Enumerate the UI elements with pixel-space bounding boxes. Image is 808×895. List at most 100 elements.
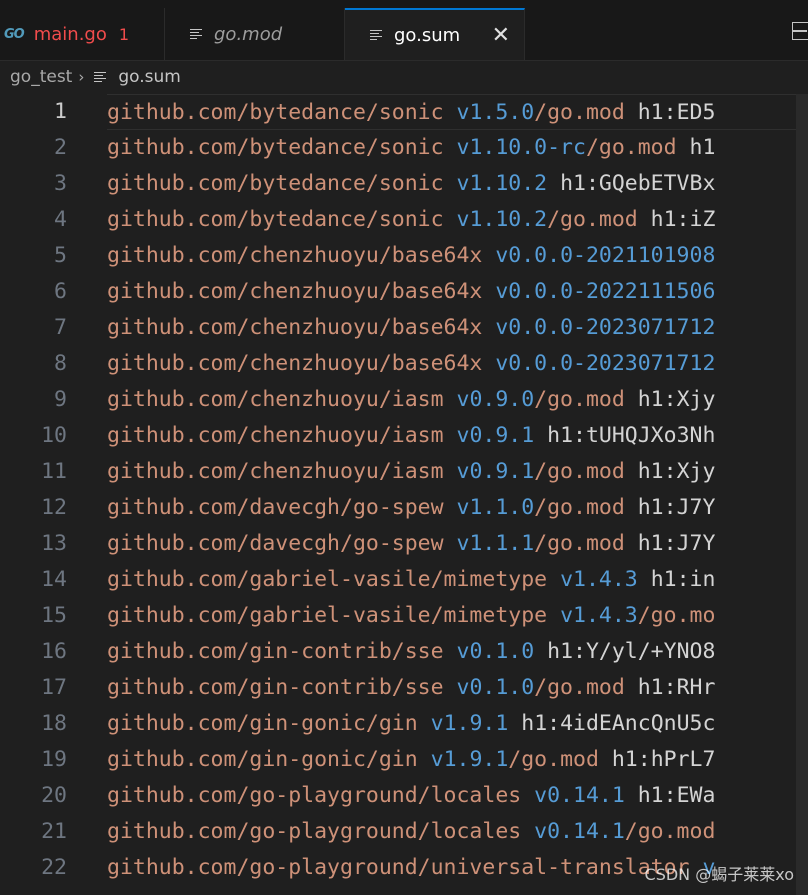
- tab-go-mod[interactable]: go.mod: [165, 8, 345, 60]
- version-token: v0.14.1: [534, 783, 625, 808]
- tab-go-sum[interactable]: go.sum ✕: [345, 8, 525, 60]
- line-number: 22: [41, 855, 67, 880]
- version-token: v0.0.0-2022111506: [495, 279, 716, 304]
- mod-suffix: /go.mod: [547, 207, 638, 232]
- breadcrumb-folder[interactable]: go_test: [10, 67, 72, 87]
- line-number: 1: [54, 99, 67, 124]
- code-line[interactable]: 17 github.com/gin-contrib/sse v0.1.0/go.m…: [0, 670, 808, 706]
- code-text[interactable]: github.com/bytedance/sonic v1.10.0-rc/go…: [107, 130, 796, 166]
- code-line[interactable]: 11 github.com/chenzhuoyu/iasm v0.9.1/go.m…: [0, 454, 808, 490]
- scrollbar-thumb[interactable]: [796, 94, 808, 895]
- code-line[interactable]: 10 github.com/chenzhuoyu/iasm v0.9.1 h1:t…: [0, 418, 808, 454]
- version-token: v1.4.3: [560, 603, 638, 628]
- code-line[interactable]: 8 github.com/chenzhuoyu/base64x v0.0.0-20…: [0, 346, 808, 382]
- code-line[interactable]: 19 github.com/gin-gonic/gin v1.9.1/go.mod…: [0, 742, 808, 778]
- module-path: github.com/gin-contrib/sse: [107, 675, 444, 700]
- code-text[interactable]: github.com/go-playground/locales v0.14.1…: [107, 778, 796, 814]
- line-number: 21: [41, 819, 67, 844]
- version-token: v0.0.0-2023071712: [495, 315, 716, 340]
- code-text[interactable]: github.com/gin-gonic/gin v1.9.1 h1:4idEA…: [107, 706, 796, 742]
- code-text[interactable]: github.com/gin-contrib/sse v0.1.0/go.mod…: [107, 670, 796, 706]
- code-text[interactable]: github.com/chenzhuoyu/base64x v0.0.0-202…: [107, 346, 796, 382]
- tab-label: go.sum: [394, 24, 461, 46]
- code-line[interactable]: 15 github.com/gabriel-vasile/mimetype v1.…: [0, 598, 808, 634]
- vertical-scrollbar[interactable]: [796, 94, 808, 895]
- line-number: 20: [41, 783, 67, 808]
- code-line[interactable]: 4 github.com/bytedance/sonic v1.10.2/go.m…: [0, 202, 808, 238]
- module-path: github.com/chenzhuoyu/iasm: [107, 387, 444, 412]
- code-text[interactable]: github.com/chenzhuoyu/iasm v0.9.1/go.mod…: [107, 454, 796, 490]
- line-number: 6: [54, 279, 67, 304]
- module-path: github.com/bytedance/sonic: [107, 135, 444, 160]
- code-text[interactable]: github.com/go-playground/locales v0.14.1…: [107, 814, 796, 850]
- tab-main-go[interactable]: GO main.go 1: [0, 8, 165, 60]
- text-file-icon: [94, 71, 107, 83]
- code-text[interactable]: github.com/bytedance/sonic v1.5.0/go.mod…: [107, 94, 796, 130]
- module-path: github.com/gabriel-vasile/mimetype: [107, 567, 548, 592]
- module-path: github.com/gin-gonic/gin: [107, 711, 418, 736]
- text-file-icon: [190, 28, 202, 40]
- code-text[interactable]: github.com/chenzhuoyu/base64x v0.0.0-202…: [107, 238, 796, 274]
- mod-suffix: /go.mod: [624, 819, 716, 844]
- version-token: v1.1.0: [456, 495, 535, 520]
- hash-token: h1:hPrL7: [611, 747, 716, 772]
- code-line[interactable]: 18 github.com/gin-gonic/gin v1.9.1 h1:4id…: [0, 706, 808, 742]
- code-text[interactable]: github.com/bytedance/sonic v1.10.2/go.mo…: [107, 202, 796, 238]
- code-line[interactable]: 9 github.com/chenzhuoyu/iasm v0.9.0/go.mo…: [0, 382, 808, 418]
- mod-suffix: /go.mod: [534, 459, 625, 484]
- code-line[interactable]: 3 github.com/bytedance/sonic v1.10.2 h1:G…: [0, 166, 808, 202]
- code-line[interactable]: 6 github.com/chenzhuoyu/base64x v0.0.0-20…: [0, 274, 808, 310]
- version-token: v1.9.1: [430, 747, 509, 772]
- code-text[interactable]: github.com/davecgh/go-spew v1.1.0/go.mod…: [107, 490, 796, 526]
- code-text[interactable]: github.com/gin-gonic/gin v1.9.1/go.mod h…: [107, 742, 796, 778]
- code-text[interactable]: github.com/bytedance/sonic v1.10.2 h1:GQ…: [107, 166, 796, 202]
- problem-count-badge: 1: [118, 24, 130, 44]
- line-number: 9: [54, 387, 67, 412]
- code-line[interactable]: 1 github.com/bytedance/sonic v1.5.0/go.mo…: [0, 94, 808, 130]
- hash-token: h1:J7Y: [637, 495, 716, 520]
- mod-suffix: /go.mod: [508, 747, 599, 772]
- module-path: github.com/chenzhuoyu/iasm: [107, 423, 444, 448]
- mod-suffix: /go.mod: [534, 387, 625, 412]
- code-line[interactable]: 2 github.com/bytedance/sonic v1.10.0-rc/g…: [0, 130, 808, 166]
- version-token: v0.9.0: [456, 387, 535, 412]
- code-text[interactable]: github.com/gin-contrib/sse v0.1.0 h1:Y/y…: [107, 634, 796, 670]
- code-text[interactable]: github.com/gabriel-vasile/mimetype v1.4.…: [107, 598, 796, 634]
- code-line[interactable]: 20 github.com/go-playground/locales v0.14…: [0, 778, 808, 814]
- hash-token: h1:GQebETVBx: [560, 171, 716, 196]
- mod-suffix: /go.mod: [534, 675, 625, 700]
- module-path: github.com/go-playground/locales: [107, 819, 522, 844]
- code-text[interactable]: github.com/chenzhuoyu/iasm v0.9.1 h1:tUH…: [107, 418, 796, 454]
- code-line[interactable]: 7 github.com/chenzhuoyu/base64x v0.0.0-20…: [0, 310, 808, 346]
- module-path: github.com/go-playground/locales: [107, 783, 522, 808]
- breadcrumb-file[interactable]: go.sum: [118, 67, 181, 87]
- hash-token: h1:Y/yl/+YNO8: [547, 639, 716, 664]
- version-token: v0.9.1: [456, 423, 535, 448]
- code-text[interactable]: github.com/chenzhuoyu/base64x v0.0.0-202…: [107, 274, 796, 310]
- code-line[interactable]: 5 github.com/chenzhuoyu/base64x v0.0.0-20…: [0, 238, 808, 274]
- code-line[interactable]: 14 github.com/gabriel-vasile/mimetype v1.…: [0, 562, 808, 598]
- code-line[interactable]: 16 github.com/gin-contrib/sse v0.1.0 h1:Y…: [0, 634, 808, 670]
- code-text[interactable]: github.com/chenzhuoyu/base64x v0.0.0-202…: [107, 310, 796, 346]
- code-text[interactable]: github.com/davecgh/go-spew v1.1.1/go.mod…: [107, 526, 796, 562]
- split-editor-icon[interactable]: [792, 22, 808, 40]
- code-line[interactable]: 13 github.com/davecgh/go-spew v1.1.1/go.m…: [0, 526, 808, 562]
- version-token: v0.1.0: [456, 639, 535, 664]
- module-path: github.com/bytedance/sonic: [107, 100, 444, 125]
- close-icon[interactable]: ✕: [492, 23, 510, 48]
- code-text[interactable]: github.com/gabriel-vasile/mimetype v1.4.…: [107, 562, 796, 598]
- mod-suffix: /go.mod: [534, 495, 625, 520]
- line-number: 5: [54, 243, 67, 268]
- module-path: github.com/davecgh/go-spew: [107, 531, 444, 556]
- hash-token: h1: [689, 135, 716, 160]
- code-line[interactable]: 12 github.com/davecgh/go-spew v1.1.0/go.m…: [0, 490, 808, 526]
- line-number: 19: [41, 747, 67, 772]
- code-text[interactable]: github.com/chenzhuoyu/iasm v0.9.0/go.mod…: [107, 382, 796, 418]
- module-path: github.com/bytedance/sonic: [107, 171, 444, 196]
- module-path: github.com/chenzhuoyu/base64x: [107, 315, 483, 340]
- hash-token: h1:Xjy: [637, 459, 716, 484]
- code-editor[interactable]: 1 github.com/bytedance/sonic v1.5.0/go.mo…: [0, 94, 808, 895]
- code-line[interactable]: 21 github.com/go-playground/locales v0.14…: [0, 814, 808, 850]
- text-file-icon: [370, 29, 382, 41]
- hash-token: h1:Xjy: [637, 387, 716, 412]
